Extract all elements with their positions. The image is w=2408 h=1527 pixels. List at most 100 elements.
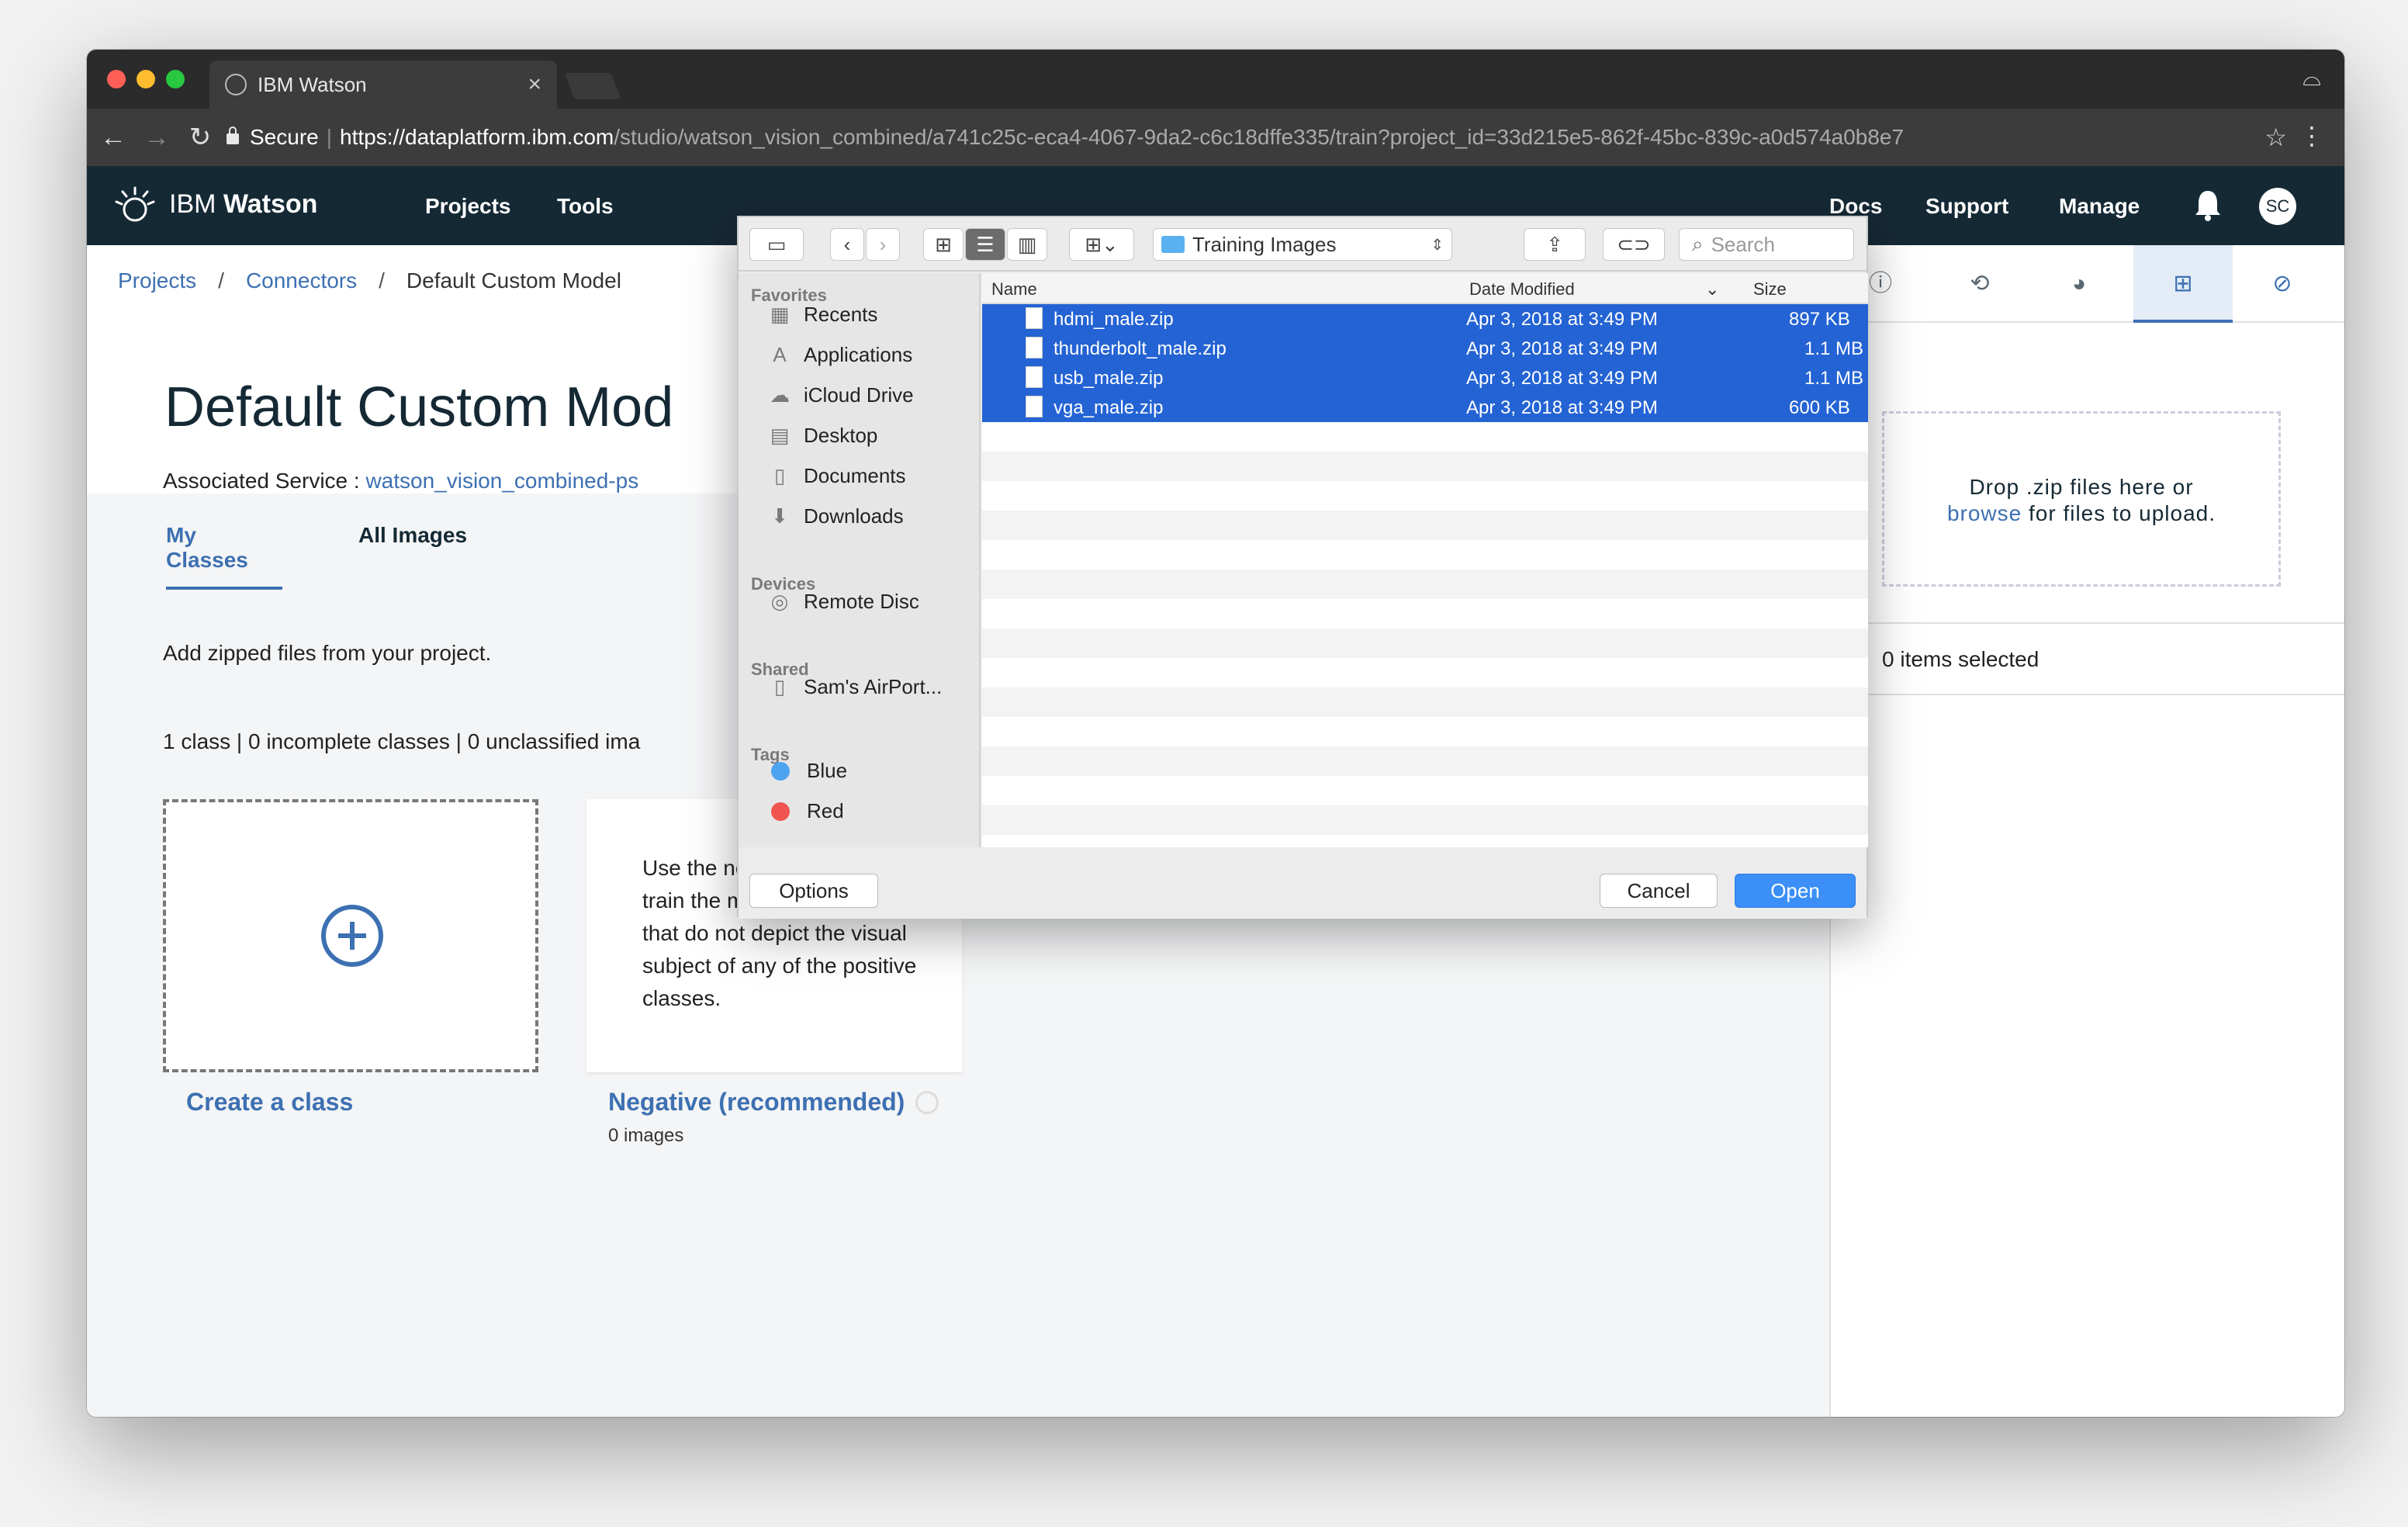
- empty-row: [982, 746, 1868, 776]
- minimize-window-button[interactable]: [137, 70, 155, 88]
- search-placeholder: Search: [1711, 232, 1775, 256]
- breadcrumb-connectors[interactable]: Connectors: [246, 268, 357, 293]
- compass-icon[interactable]: ⊘: [2267, 268, 2298, 300]
- column-date-modified[interactable]: Date Modified: [1469, 279, 1575, 300]
- breadcrumb-separator: /: [379, 268, 385, 293]
- sidebar-item-remote-disc[interactable]: ◎ Remote Disc: [766, 588, 919, 615]
- group-by-icon[interactable]: ⊞⌄: [1069, 228, 1134, 261]
- zip-file-icon: [1026, 337, 1043, 358]
- create-class-card[interactable]: [163, 799, 538, 1072]
- tab-my-classes[interactable]: My Classes: [166, 523, 282, 590]
- associated-service: Associated Service : watson_vision_combi…: [163, 469, 638, 493]
- list-view-icon[interactable]: ☰: [965, 228, 1005, 261]
- updown-chevron-icon: ⇕: [1431, 236, 1444, 254]
- icon-view-icon[interactable]: ⊞: [923, 228, 964, 261]
- ibm-watson-brand[interactable]: IBM Watson: [169, 189, 317, 220]
- sidebar-item-icloud-drive[interactable]: ☁ iCloud Drive: [766, 382, 914, 408]
- sort-chevron-icon: ⌄: [1705, 279, 1720, 299]
- negative-class-label[interactable]: Negative (recommended): [608, 1088, 905, 1117]
- divider: [1831, 694, 2344, 695]
- sidebar-item-recents[interactable]: ▦ Recents: [766, 301, 878, 327]
- nav-projects[interactable]: Projects: [425, 194, 511, 219]
- file-row[interactable]: usb_male.zip Apr 3, 2018 at 3:49 PM 1.1 …: [982, 363, 1868, 393]
- desktop-icon: ▤: [770, 424, 790, 447]
- bookmark-star-icon[interactable]: ☆: [2264, 123, 2287, 152]
- browser-tab[interactable]: IBM Watson ×: [209, 61, 557, 109]
- cloud-icon: ☁: [770, 383, 790, 407]
- file-size: 1.1 MB: [1804, 368, 1864, 389]
- nav-support[interactable]: Support: [1925, 194, 2008, 219]
- page-title: Default Custom Mod: [164, 376, 674, 438]
- comments-icon[interactable]: ◕: [2064, 268, 2095, 300]
- browser-menu-icon[interactable]: ⋮: [2299, 121, 2324, 151]
- cancel-button[interactable]: Cancel: [1600, 874, 1718, 908]
- sidebar-item-label: Recents: [804, 302, 878, 326]
- associated-service-label: Associated Service :: [163, 469, 366, 493]
- file-size: 600 KB: [1789, 397, 1850, 418]
- nav-tools[interactable]: Tools: [557, 194, 614, 219]
- zoom-window-button[interactable]: [166, 70, 185, 88]
- sidebar-item-airport[interactable]: ▯ Sam's AirPort...: [766, 673, 943, 700]
- items-selected-count: 0 items selected: [1882, 647, 2040, 671]
- file-list-header: Name Date Modified ⌄ Size: [982, 273, 1868, 304]
- data-assets-icon[interactable]: ⊞: [2168, 268, 2199, 300]
- sidebar-item-documents[interactable]: ▯ Documents: [766, 462, 906, 489]
- downloads-icon: ⬇: [771, 504, 788, 528]
- sidebar-toggle-icon[interactable]: ▭: [749, 228, 804, 261]
- file-list: Name Date Modified ⌄ Size hdmi_male.zip …: [982, 273, 1868, 847]
- sidebar-item-label: Sam's AirPort...: [804, 674, 943, 698]
- column-size[interactable]: Size: [1753, 279, 1787, 300]
- right-panel: ⓘ ⟲ ◕ ⊞ ⊘ Drop .zip files here or browse…: [1829, 245, 2344, 1417]
- zip-drop-zone[interactable]: Drop .zip files here or browse for files…: [1882, 411, 2281, 587]
- zip-file-icon: [1026, 307, 1043, 329]
- breadcrumb-projects[interactable]: Projects: [118, 268, 196, 293]
- tab-all-images[interactable]: All Images: [358, 523, 467, 548]
- search-input[interactable]: ⌕ Search: [1679, 228, 1854, 261]
- sidebar-item-tag-red[interactable]: Red: [766, 799, 844, 823]
- incognito-icon: ⌓: [2302, 65, 2321, 91]
- new-tab-button[interactable]: [564, 73, 621, 99]
- dialog-toolbar: ▭ ‹ › ⊞ ☰ ▥ ⊞⌄ Training Images ⇕ ⇪ ⊂⊃ ⌕ …: [739, 217, 1867, 272]
- forward-icon[interactable]: →: [135, 123, 178, 153]
- reload-icon[interactable]: ↻: [178, 122, 222, 153]
- file-row[interactable]: vga_male.zip Apr 3, 2018 at 3:49 PM 600 …: [982, 393, 1868, 422]
- negative-class-select-radio[interactable]: [915, 1091, 939, 1114]
- associated-service-link[interactable]: watson_vision_combined-ps: [365, 469, 638, 493]
- file-date: Apr 3, 2018 at 3:49 PM: [1466, 368, 1658, 389]
- close-window-button[interactable]: [107, 70, 126, 88]
- column-name[interactable]: Name: [991, 279, 1037, 300]
- url-input[interactable]: Secure | https://dataplatform.ibm.com/st…: [227, 115, 2251, 160]
- zip-file-icon: [1026, 396, 1043, 417]
- tag-icon[interactable]: ⊂⊃: [1603, 228, 1665, 261]
- options-button[interactable]: Options: [749, 874, 878, 908]
- share-icon[interactable]: ⇪: [1524, 228, 1586, 261]
- sidebar-item-tag-blue[interactable]: Blue: [766, 759, 847, 783]
- breadcrumb-current: Default Custom Model: [406, 268, 621, 293]
- watson-logo-icon[interactable]: [113, 185, 157, 228]
- location-select[interactable]: Training Images ⇕: [1153, 228, 1452, 261]
- sidebar-item-applications[interactable]: A Applications: [766, 341, 912, 368]
- back-icon[interactable]: ←: [92, 123, 135, 153]
- brand-ibm: IBM: [169, 189, 216, 219]
- empty-row: [982, 511, 1868, 540]
- column-view-icon[interactable]: ▥: [1007, 228, 1047, 261]
- file-row[interactable]: hdmi_male.zip Apr 3, 2018 at 3:49 PM 897…: [982, 304, 1868, 334]
- folder-icon: [1161, 236, 1185, 253]
- forward-nav-icon[interactable]: ›: [866, 228, 900, 261]
- search-data-icon[interactable]: ⟲: [1964, 268, 1995, 300]
- notifications-bell-icon[interactable]: [2192, 188, 2223, 222]
- tab-close-icon[interactable]: ×: [528, 71, 541, 98]
- file-row[interactable]: thunderbolt_male.zip Apr 3, 2018 at 3:49…: [982, 334, 1868, 363]
- sidebar-item-downloads[interactable]: ⬇ Downloads: [766, 503, 904, 529]
- nav-manage[interactable]: Manage: [2059, 194, 2140, 219]
- user-avatar[interactable]: SC: [2259, 188, 2296, 225]
- file-open-dialog: ▭ ‹ › ⊞ ☰ ▥ ⊞⌄ Training Images ⇕ ⇪ ⊂⊃ ⌕ …: [737, 216, 1868, 919]
- info-icon[interactable]: ⓘ: [1865, 268, 1896, 300]
- browse-link[interactable]: browse: [1947, 501, 2022, 525]
- create-class-label[interactable]: Create a class: [186, 1088, 353, 1117]
- sidebar-item-label: iCloud Drive: [804, 383, 914, 407]
- back-nav-icon[interactable]: ‹: [830, 228, 864, 261]
- open-button[interactable]: Open: [1735, 874, 1856, 908]
- url-separator: |: [326, 125, 332, 149]
- sidebar-item-desktop[interactable]: ▤ Desktop: [766, 422, 878, 448]
